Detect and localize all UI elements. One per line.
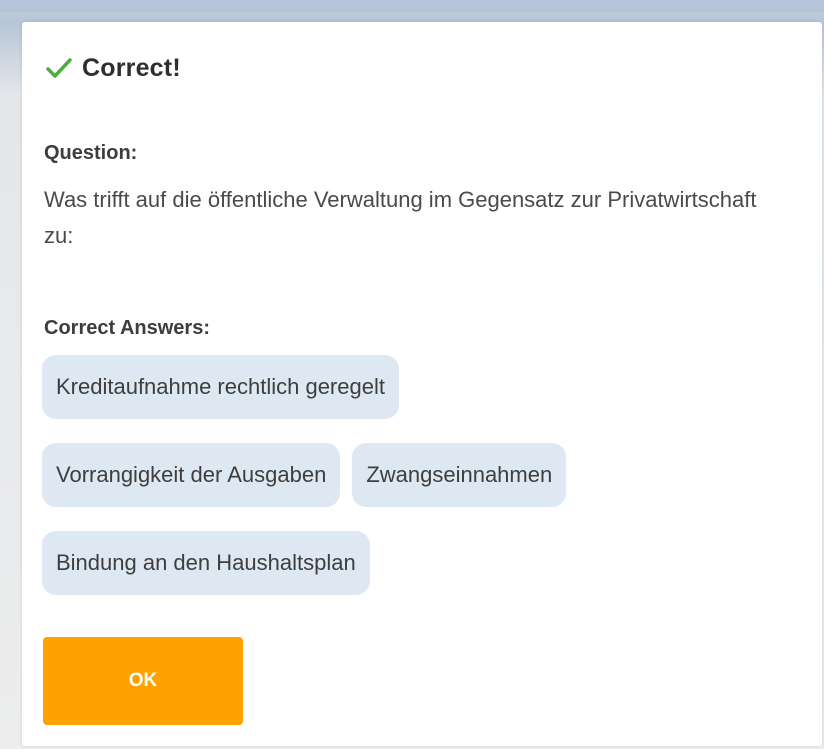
question-text: Was trifft auf die öffentliche Verwaltun… xyxy=(44,187,757,248)
header-band xyxy=(0,0,824,12)
question-label: Question: xyxy=(44,142,138,164)
chip-row: Kreditaufnahme rechtlich geregelt xyxy=(42,355,762,419)
result-dialog: Correct! Question: Was trifft auf die öf… xyxy=(22,22,822,746)
chip-row: Vorrangigkeit der Ausgaben Zwangseinnahm… xyxy=(42,443,762,507)
dialog-title: Correct! xyxy=(82,53,181,82)
answer-chip: Bindung an den Haushaltsplan xyxy=(42,531,370,595)
correct-answers-label: Correct Answers: xyxy=(44,317,210,339)
answer-chip: Zwangseinnahmen xyxy=(352,443,567,507)
answer-chip: Kreditaufnahme rechtlich geregelt xyxy=(42,355,399,419)
answer-chip: Vorrangigkeit der Ausgaben xyxy=(42,443,341,507)
chip-row: Bindung an den Haushaltsplan xyxy=(42,531,762,595)
answer-chips: Kreditaufnahme rechtlich geregelt Vorran… xyxy=(42,355,762,619)
checkmark-icon xyxy=(46,57,72,79)
dialog-title-row: Correct! xyxy=(46,52,181,84)
ok-button[interactable]: OK xyxy=(43,637,243,725)
